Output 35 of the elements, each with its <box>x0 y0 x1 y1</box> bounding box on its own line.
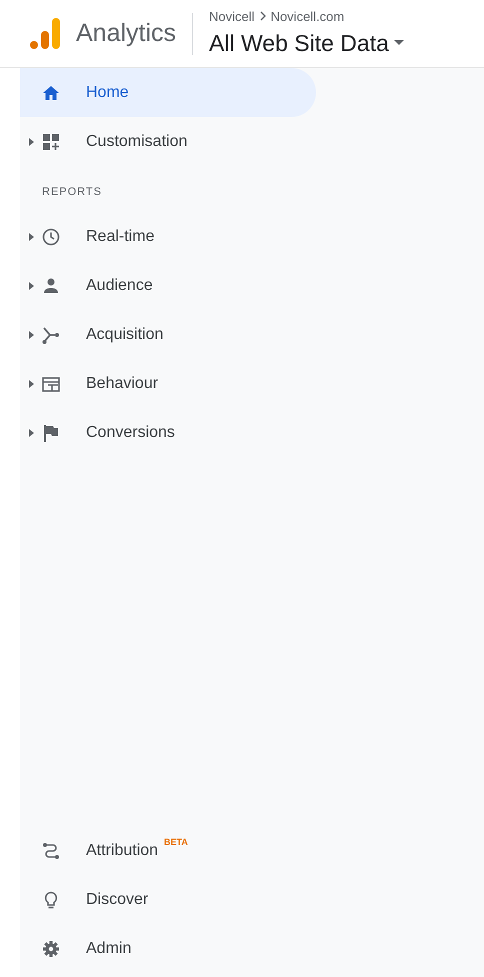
nav-item[interactable]: Audience <box>20 262 316 310</box>
nav-item[interactable]: Behaviour <box>20 360 316 408</box>
section-heading: REPORTS <box>41 185 103 200</box>
nav-item[interactable]: Admin <box>20 924 316 973</box>
nav-item[interactable]: Real-time <box>20 212 316 262</box>
nav-item[interactable]: Discover <box>20 875 316 924</box>
nav-item[interactable]: Customisation <box>20 117 316 166</box>
expand-arrow-icon[interactable] <box>28 429 34 437</box>
expand-arrow-icon[interactable] <box>28 282 34 290</box>
nav-item[interactable]: Conversions <box>20 408 316 458</box>
home-icon <box>42 84 60 102</box>
caret-icon <box>394 40 404 46</box>
nav-item[interactable]: Home <box>20 68 316 117</box>
lightbulb-icon <box>42 890 60 908</box>
chevron-icon <box>258 11 267 22</box>
breadcrumb-link[interactable]: Novicell <box>209 6 255 26</box>
breadcrumb-link[interactable]: Novicell.com <box>270 6 344 26</box>
window-icon <box>42 375 60 393</box>
nav-item[interactable]: Acquisition <box>20 310 316 360</box>
beta-label: BETA <box>164 836 188 849</box>
settings-icon <box>42 940 60 958</box>
dashboard-icon <box>42 132 60 150</box>
nav-item[interactable]: Attribution BETA <box>20 826 316 875</box>
person-icon <box>42 277 60 295</box>
expand-arrow-icon[interactable] <box>28 331 34 339</box>
view-selector[interactable]: All Web Site Data <box>209 26 404 60</box>
product-name: Analytics <box>76 18 176 49</box>
expand-arrow-icon[interactable] <box>28 138 34 146</box>
logo-icon <box>30 18 60 50</box>
path-icon <box>42 842 60 860</box>
fork-icon <box>42 326 60 344</box>
expand-arrow-icon[interactable] <box>28 233 34 241</box>
flag-icon <box>42 424 60 442</box>
expand-arrow-icon[interactable] <box>28 380 34 388</box>
clock-icon <box>42 228 60 246</box>
